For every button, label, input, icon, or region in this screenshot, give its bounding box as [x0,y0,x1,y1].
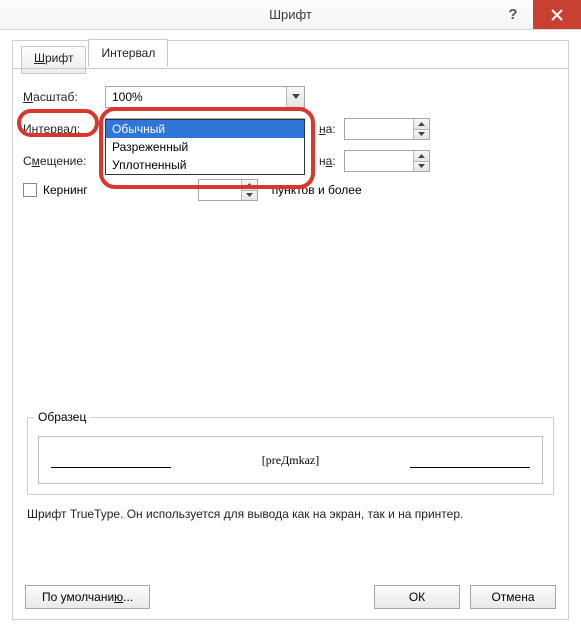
sample-line-right [410,467,530,468]
kerning-value [199,180,241,200]
option-obychny[interactable]: Обычный [106,120,304,138]
triangle-up-icon [246,183,253,187]
kerning-checkbox[interactable] [23,183,37,197]
sample-preview: [preДmkaz] [38,436,543,484]
scale-value: 100% [106,87,286,107]
offset-na-label: на: [319,154,336,168]
interval-dropdown-list[interactable]: Обычный Разреженный Уплотненный [105,119,305,175]
tab-divider [13,68,568,69]
interval-na-label: на: [319,122,336,136]
spin-up-button[interactable] [242,180,257,191]
offset-na-spin[interactable] [344,150,430,172]
interval-na-spin[interactable] [344,118,430,140]
ok-button[interactable]: ОК [374,585,460,609]
sample-text: [preДmkaz] [262,453,320,468]
defaults-button[interactable]: По умолчанию... [25,585,150,609]
close-icon [551,9,563,21]
dialog-buttons: По умолчанию... ОК Отмена [25,585,556,609]
triangle-up-icon [418,122,425,126]
font-description: Шрифт TrueType. Он используется для выво… [27,507,554,521]
triangle-down-icon [418,132,425,136]
kerning-suffix: пунктов и более [272,183,362,197]
help-button[interactable]: ? [493,0,533,29]
interval-label: Интервал: [23,122,105,136]
interval-na-value [345,119,413,139]
spin-up-button[interactable] [414,119,429,130]
spin-down-button[interactable] [242,191,257,201]
option-razrezhenny[interactable]: Разреженный [106,138,304,156]
spin-up-button[interactable] [414,151,429,162]
kerning-spin[interactable] [198,179,258,201]
scale-combo[interactable]: 100% [105,86,305,108]
tab-interval[interactable]: Интервал [88,39,168,67]
close-button[interactable] [533,0,581,29]
spin-down-button[interactable] [414,162,429,172]
sample-legend: Образец [34,410,90,424]
window-controls: ? [493,0,581,29]
option-uplotnenny[interactable]: Уплотненный [106,156,304,174]
title-bar: Шрифт ? [0,0,581,30]
tab-font[interactable]: Шрифт [21,46,86,74]
dialog-panel: Шрифт Интервал Масштаб: 100% Интервал: [12,40,569,620]
offset-na-value [345,151,413,171]
tab-strip: Шрифт Интервал [21,40,170,68]
tab-font-rest: рифт [45,51,73,65]
sample-fieldset: Образец [preДmkaz] [27,417,554,495]
scale-dropdown-button[interactable] [286,87,304,107]
triangle-down-icon [418,164,425,168]
sample-line-left [51,467,171,468]
triangle-down-icon [246,193,253,197]
triangle-up-icon [418,154,425,158]
scale-label: Масштаб: [23,90,105,104]
cancel-button[interactable]: Отмена [470,585,556,609]
spin-down-button[interactable] [414,130,429,140]
kerning-label: Кернинг [43,183,88,197]
offset-label: Смещение: [23,154,105,168]
chevron-down-icon [292,94,300,100]
